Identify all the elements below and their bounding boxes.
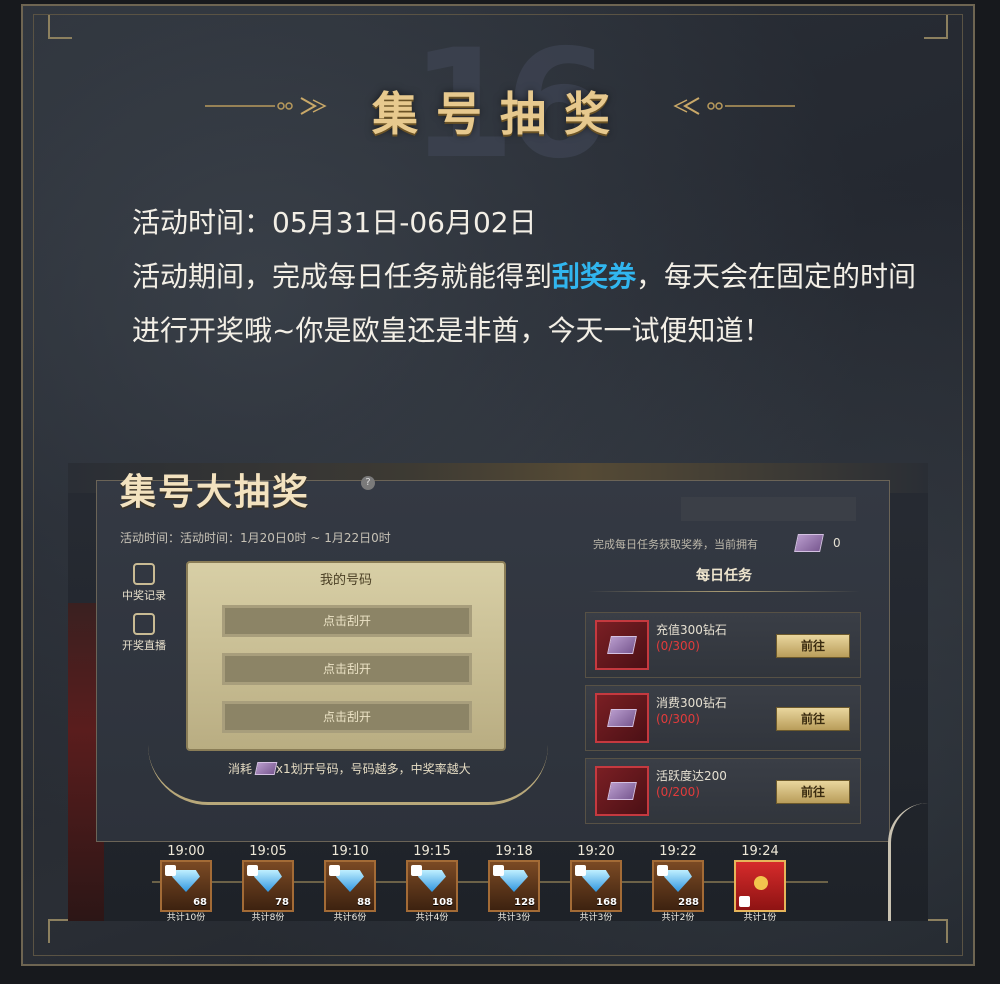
task-progress: (0/200) xyxy=(656,785,700,799)
reward-box: 68 xyxy=(160,860,212,912)
draw-slot[interactable]: 19:22 288 共计2份 xyxy=(647,844,709,921)
draw-slot[interactable]: 19:18 128 共计3份 xyxy=(483,844,545,921)
ticket-icon xyxy=(794,534,824,552)
draw-slot[interactable]: 19:00 68 共计10份 xyxy=(155,844,217,921)
scratch-area[interactable]: 点击刮开 xyxy=(222,701,472,733)
lottery-title: 集号大抽奖 xyxy=(120,471,311,513)
reward-box: 88 xyxy=(324,860,376,912)
draw-slot[interactable]: 19:15 108 共计4份 xyxy=(401,844,463,921)
diamond-icon xyxy=(664,870,692,892)
tv-icon xyxy=(133,613,155,635)
scratch-area[interactable]: 点击刮开 xyxy=(222,605,472,637)
diamond-count: 168 xyxy=(596,897,617,908)
task-name: 活跃度达200 xyxy=(656,769,727,783)
draw-slot[interactable]: 19:05 78 共计8份 xyxy=(237,844,299,921)
lock-icon xyxy=(329,865,340,876)
draw-time: 19:05 xyxy=(249,844,287,859)
diamond-icon xyxy=(254,870,282,892)
title-ornament-left xyxy=(205,97,327,115)
reward-box: 108 xyxy=(406,860,458,912)
consume-hint: 消耗 x1划开号码，号码越多，中奖率越大 xyxy=(228,760,471,777)
my-numbers-ticket: 我的号码 点击刮开 点击刮开 点击刮开 xyxy=(186,561,506,751)
lock-icon xyxy=(247,865,258,876)
reward-box: 78 xyxy=(242,860,294,912)
draw-slot-grand[interactable]: 19:24 共计1份 xyxy=(729,844,791,921)
lock-icon xyxy=(165,865,176,876)
diamond-count: 288 xyxy=(678,897,699,908)
draw-time: 19:15 xyxy=(413,844,451,859)
help-icon[interactable]: ? xyxy=(361,476,375,490)
task-activity: 活跃度达200 (0/200) 前往 xyxy=(585,758,861,824)
diamond-count: 128 xyxy=(514,897,535,908)
diamond-icon xyxy=(500,870,528,892)
ticket-icon xyxy=(607,636,637,654)
reward-box: 168 xyxy=(570,860,622,912)
lock-icon xyxy=(411,865,422,876)
game-background-ornament xyxy=(888,803,928,921)
trophy-icon xyxy=(133,563,155,585)
title-ornament-right xyxy=(673,97,795,115)
diamond-icon xyxy=(418,870,446,892)
draw-time: 19:22 xyxy=(659,844,697,859)
consume-suffix: x1划开号码，号码越多，中奖率越大 xyxy=(275,762,471,776)
draw-time: 19:24 xyxy=(741,844,779,859)
description-text: 活动期间，完成每日任务就能得到 xyxy=(132,260,553,293)
task-consume: 消费300钻石 (0/300) 前往 xyxy=(585,685,861,751)
draw-slot[interactable]: 19:10 88 共计6份 xyxy=(319,844,381,921)
draw-time: 19:18 xyxy=(495,844,533,859)
ticket-count: 0 xyxy=(833,536,841,550)
live-draw-label: 开奖直播 xyxy=(122,639,166,652)
diamond-count: 108 xyxy=(432,897,453,908)
live-draw-button[interactable]: 开奖直播 xyxy=(120,613,168,653)
draw-time: 19:10 xyxy=(331,844,369,859)
diamond-count: 78 xyxy=(275,897,289,908)
blurred-area xyxy=(681,497,856,521)
intro-text: 活动时间：05月31日-06月02日 活动期间，完成每日任务就能得到刮奖券，每天… xyxy=(66,196,926,358)
task-name: 消费300钻石 xyxy=(656,696,727,710)
daily-tasks-title: 每日任务 xyxy=(696,568,752,584)
diamond-icon xyxy=(582,870,610,892)
diamond-count: 88 xyxy=(357,897,371,908)
divider xyxy=(588,591,860,592)
lock-icon xyxy=(657,865,668,876)
diamond-count: 68 xyxy=(193,897,207,908)
win-record-label: 中奖记录 xyxy=(122,589,166,602)
task-hint: 完成每日任务获取奖券，当前拥有 xyxy=(593,538,758,551)
task-progress: (0/300) xyxy=(656,712,700,726)
draw-time: 19:20 xyxy=(577,844,615,859)
consume-prefix: 消耗 xyxy=(228,762,253,776)
scratch-ticket-highlight: 刮奖券 xyxy=(552,260,637,293)
go-button[interactable]: 前往 xyxy=(776,634,850,658)
task-reward-image xyxy=(595,766,649,816)
diamond-icon xyxy=(336,870,364,892)
red-envelope-icon xyxy=(754,876,768,890)
task-progress: (0/300) xyxy=(656,639,700,653)
diamond-icon xyxy=(172,870,200,892)
go-button[interactable]: 前往 xyxy=(776,780,850,804)
lock-icon xyxy=(493,865,504,876)
scratch-area[interactable]: 点击刮开 xyxy=(222,653,472,685)
ticket-icon xyxy=(254,762,278,775)
reward-box: 288 xyxy=(652,860,704,912)
game-screenshot: 集号大抽奖 ? 活动时间：活动时间：1月20日0时 ~ 1月22日0时 完成每日… xyxy=(68,463,928,921)
activity-description: 活动期间，完成每日任务就能得到刮奖券，每天会在固定的时间进行开奖哦~你是欧皇还是… xyxy=(66,250,926,358)
red-envelope-box xyxy=(734,860,786,912)
task-reward-image xyxy=(595,620,649,670)
lock-icon xyxy=(739,896,750,907)
activity-time: 活动时间：05月31日-06月02日 xyxy=(132,206,537,239)
lottery-time: 活动时间：活动时间：1月20日0时 ~ 1月22日0时 xyxy=(120,531,391,545)
page-title: 集号抽奖 xyxy=(372,87,628,141)
win-record-button[interactable]: 中奖记录 xyxy=(120,563,168,603)
task-reward-image xyxy=(595,693,649,743)
lock-icon xyxy=(575,865,586,876)
ticket-header: 我的号码 xyxy=(319,573,372,588)
ticket-icon xyxy=(607,782,637,800)
draw-slot[interactable]: 19:20 168 共计3份 xyxy=(565,844,627,921)
ticket-icon xyxy=(607,709,637,727)
draw-time: 19:00 xyxy=(167,844,205,859)
go-button[interactable]: 前往 xyxy=(776,707,850,731)
reward-box: 128 xyxy=(488,860,540,912)
task-name: 充值300钻石 xyxy=(656,623,727,637)
task-recharge: 充值300钻石 (0/300) 前往 xyxy=(585,612,861,678)
